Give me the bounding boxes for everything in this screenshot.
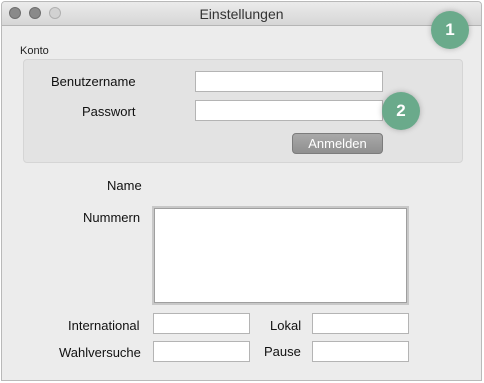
window-title: Einstellungen xyxy=(199,6,284,22)
settings-window: Einstellungen Konto Benutzername Passwor… xyxy=(1,1,482,381)
login-button[interactable]: Anmelden xyxy=(292,133,383,154)
pause-field[interactable] xyxy=(312,341,409,362)
annotation-badge-1: 1 xyxy=(431,11,469,49)
account-group-label: Konto xyxy=(20,45,49,57)
annotation-badge-2: 2 xyxy=(382,92,420,130)
local-label: Lokal xyxy=(270,318,302,333)
international-field[interactable] xyxy=(153,313,250,334)
title-bar: Einstellungen xyxy=(2,2,481,26)
international-label: International xyxy=(68,318,140,333)
username-label: Benutzername xyxy=(51,74,136,89)
redial-label: Wahlversuche xyxy=(59,345,141,360)
local-field[interactable] xyxy=(312,313,409,334)
name-label: Name xyxy=(107,178,142,193)
redial-field[interactable] xyxy=(153,341,250,362)
password-label: Passwort xyxy=(82,104,136,119)
password-field[interactable] xyxy=(195,100,383,121)
numbers-textarea[interactable] xyxy=(152,206,409,305)
username-field[interactable] xyxy=(195,71,383,92)
numbers-label: Nummern xyxy=(83,210,141,225)
pause-label: Pause xyxy=(264,344,301,359)
